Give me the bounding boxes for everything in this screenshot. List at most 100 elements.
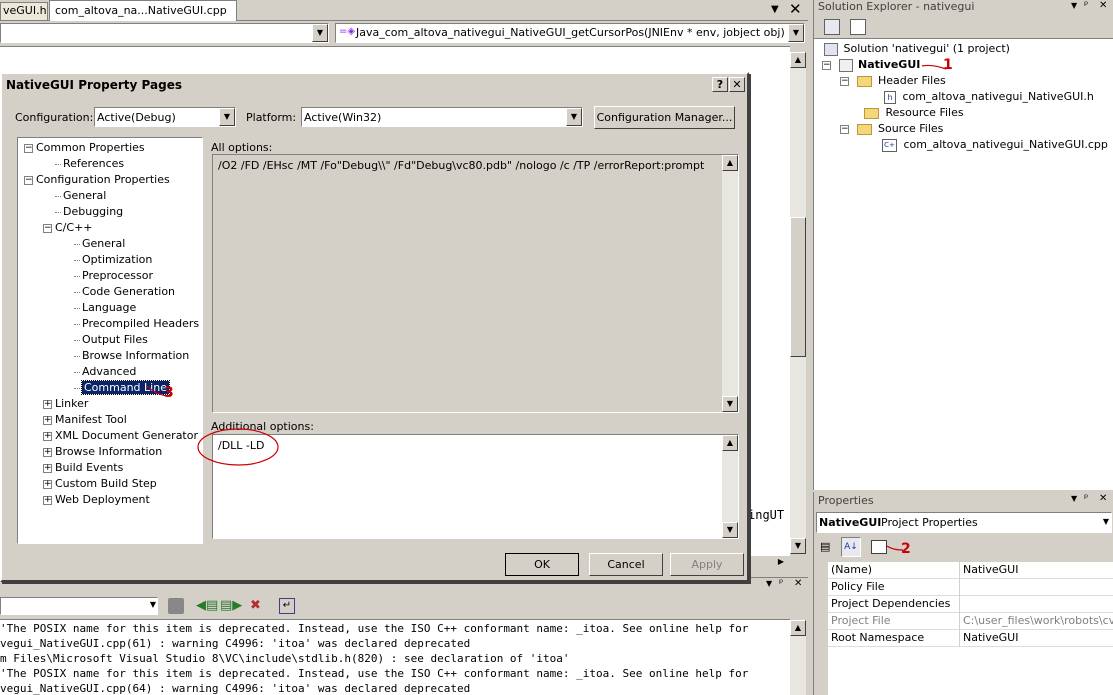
tree-item[interactable]: Advanced [74, 364, 136, 380]
chevron-down-icon[interactable]: ▼ [766, 579, 772, 588]
tree-item[interactable]: Code Generation [74, 284, 175, 300]
alphabetical-icon[interactable]: A↓ [841, 537, 861, 557]
cancel-button[interactable]: Cancel [589, 553, 663, 576]
expand-icon[interactable]: + [43, 431, 52, 441]
chevron-down-icon[interactable]: ▼ [312, 24, 328, 42]
chevron-down-icon[interactable]: ▼ [1071, 1, 1077, 10]
property-row-name[interactable]: (Name) NativeGUI [828, 562, 1113, 579]
tree-item[interactable]: Preprocessor [74, 268, 153, 284]
scroll-down-icon[interactable]: ▼ [790, 538, 806, 554]
scroll-up-icon[interactable]: ▲ [722, 155, 738, 171]
resource-files-node[interactable]: Resource Files [864, 105, 964, 121]
expand-icon[interactable]: + [43, 495, 52, 505]
chevron-down-icon[interactable]: ▼ [771, 4, 779, 15]
tree-item[interactable]: Output Files [74, 332, 148, 348]
output-source-dropdown[interactable]: ▼ [0, 597, 158, 615]
collapse-icon[interactable]: − [840, 124, 849, 134]
solution-node[interactable]: Solution 'nativegui' (1 project) [824, 41, 1010, 57]
next-message-icon[interactable]: ▤▶ [220, 598, 242, 614]
help-button[interactable]: ? [712, 77, 728, 92]
expand-icon[interactable]: + [43, 399, 52, 409]
tree-item[interactable]: + Linker [43, 396, 88, 412]
ok-button[interactable]: OK [505, 553, 579, 576]
scroll-thumb[interactable] [790, 217, 806, 357]
function-dropdown[interactable]: =◈ Java_com_altova_nativegui_NativeGUI_g… [335, 23, 805, 43]
categorized-icon[interactable]: ▤ [820, 539, 836, 555]
tree-item[interactable]: General [55, 188, 106, 204]
all-options-scrollbar[interactable]: ▲ ▼ [722, 155, 738, 412]
tab-header-file[interactable]: veGUI.h [0, 2, 48, 20]
tree-item[interactable]: + Browse Information [43, 444, 162, 460]
previous-message-icon[interactable]: ◀▤ [196, 598, 218, 614]
source-file-node[interactable]: C+ com_altova_nativegui_NativeGUI.cpp [882, 137, 1108, 153]
find-message-icon[interactable] [168, 598, 184, 614]
collapse-icon[interactable]: − [24, 175, 33, 185]
tree-item[interactable]: + Build Events [43, 460, 123, 476]
property-tree[interactable]: − Common Properties References − Configurati… [17, 137, 203, 544]
close-icon[interactable]: ✕ [794, 578, 802, 589]
tree-item[interactable]: References [55, 156, 124, 172]
expand-icon[interactable]: + [43, 463, 52, 473]
tree-item[interactable]: Language [74, 300, 136, 316]
chevron-down-icon[interactable]: ▼ [788, 24, 804, 42]
additional-options-scrollbar[interactable]: ▲ ▼ [722, 435, 738, 538]
tree-item[interactable]: − Common Properties [24, 140, 145, 156]
all-options-box[interactable]: /O2 /FD /EHsc /MT /Fo"Debug\\" /Fd"Debug… [212, 154, 739, 413]
output-text-area[interactable]: 'The POSIX name for this item is depreca… [0, 619, 790, 695]
chevron-down-icon[interactable]: ▼ [219, 108, 235, 126]
apply-button[interactable]: Apply [670, 553, 744, 576]
chevron-down-icon[interactable]: ▼ [1071, 494, 1077, 503]
platform-dropdown[interactable]: Active(Win32) ▼ [301, 107, 583, 127]
editor-scrollbar[interactable]: ▲ ▼ [790, 52, 806, 554]
collapse-icon[interactable]: − [43, 223, 52, 233]
property-row-root-namespace[interactable]: Root Namespace NativeGUI [828, 630, 1113, 647]
close-icon[interactable]: ✕ [1099, 0, 1107, 11]
tree-item[interactable]: Precompiled Headers [74, 316, 199, 332]
expand-icon[interactable]: + [43, 447, 52, 457]
pin-icon[interactable]: ᵖ [779, 578, 783, 589]
header-file-node[interactable]: h com_altova_nativegui_NativeGUI.h [884, 89, 1094, 105]
tree-item[interactable]: General [74, 236, 125, 252]
chevron-down-icon[interactable]: ▼ [566, 108, 582, 126]
source-files-node[interactable]: − Source Files [840, 121, 943, 137]
show-all-files-icon[interactable] [850, 19, 866, 35]
grid-column-divider[interactable] [959, 562, 960, 647]
scroll-down-icon[interactable]: ▼ [722, 396, 738, 412]
project-node[interactable]: − NativeGUI [822, 57, 920, 73]
configuration-dropdown[interactable]: Active(Debug) ▼ [94, 107, 236, 127]
property-value[interactable]: NativeGUI [963, 563, 1018, 576]
tree-item[interactable]: + Manifest Tool [43, 412, 127, 428]
property-row-project-file[interactable]: Project File C:\user_files\work\robots\c… [828, 613, 1113, 630]
chevron-down-icon[interactable]: ▼ [150, 600, 156, 609]
scope-dropdown[interactable]: ▼ [0, 23, 329, 43]
horizontal-scroll-right[interactable]: ▶ [773, 554, 789, 570]
output-scrollbar[interactable]: ▲ [790, 620, 806, 695]
configuration-manager-button[interactable]: Configuration Manager... [594, 106, 735, 129]
tree-item[interactable]: Optimization [74, 252, 152, 268]
pin-icon[interactable]: ᵖ [1084, 493, 1088, 504]
tree-item[interactable]: + XML Document Generator [43, 428, 198, 444]
close-icon[interactable]: ✕ [1099, 493, 1107, 504]
scroll-up-icon[interactable]: ▲ [722, 435, 738, 451]
expand-icon[interactable]: + [43, 479, 52, 489]
scroll-down-icon[interactable]: ▼ [722, 522, 738, 538]
properties-object-dropdown[interactable]: NativeGUI Project Properties ▼ [816, 512, 1112, 533]
close-icon[interactable]: ✕ [789, 0, 802, 18]
scroll-up-icon[interactable]: ▲ [790, 52, 806, 68]
tab-source-file[interactable]: com_altova_na...NativeGUI.cpp [49, 0, 237, 21]
chevron-down-icon[interactable]: ▼ [1103, 517, 1109, 526]
collapse-icon[interactable]: − [840, 76, 849, 86]
property-row-project-dependencies[interactable]: Project Dependencies [828, 596, 1113, 613]
property-row-policy-file[interactable]: Policy File [828, 579, 1113, 596]
collapse-icon[interactable]: − [822, 60, 831, 70]
tree-item[interactable]: − Configuration Properties [24, 172, 170, 188]
tree-item[interactable]: − C/C++ [43, 220, 93, 236]
dialog-close-button[interactable]: ✕ [729, 77, 745, 92]
word-wrap-icon[interactable]: ↵ [279, 598, 295, 614]
scroll-up-icon[interactable]: ▲ [790, 620, 806, 636]
tree-item[interactable]: Debugging [55, 204, 123, 220]
collapse-icon[interactable]: − [24, 143, 33, 153]
tree-item[interactable]: + Custom Build Step [43, 476, 157, 492]
tree-item[interactable]: Browse Information [74, 348, 189, 364]
additional-options-box[interactable]: /DLL -LD ▲ ▼ [212, 434, 739, 539]
